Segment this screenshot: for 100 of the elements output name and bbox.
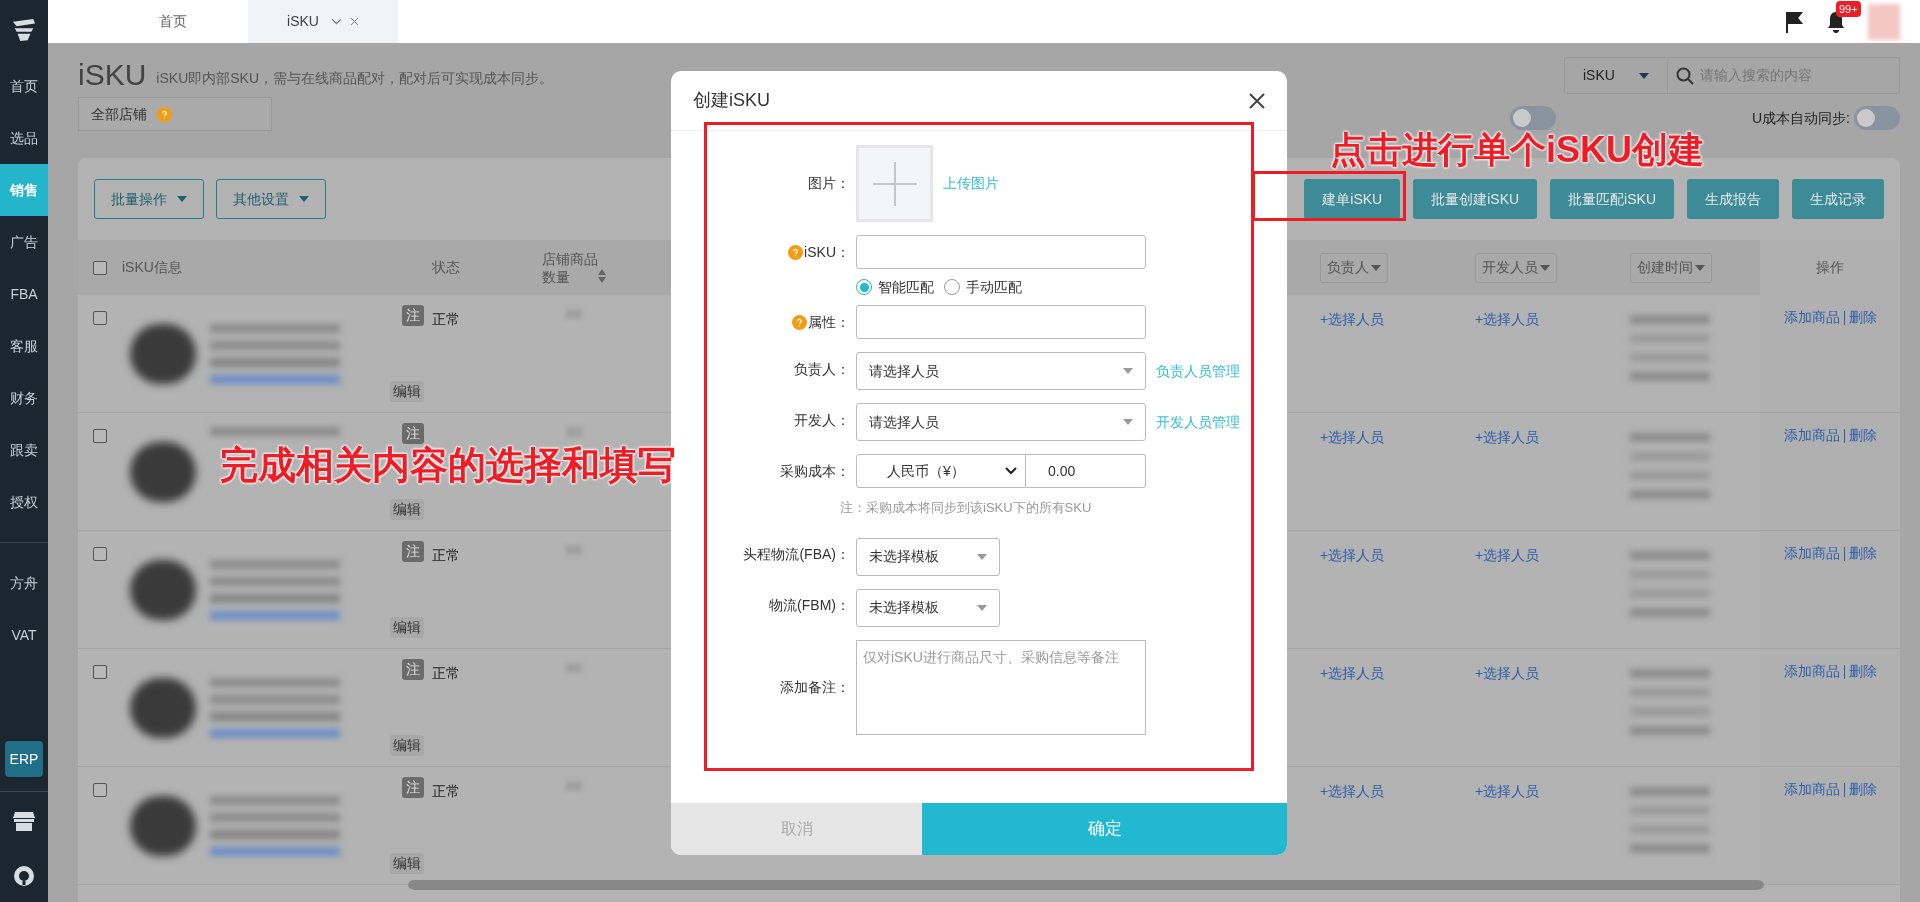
sidebar-item[interactable]: 首页 <box>0 60 48 112</box>
delete-link[interactable]: 删除 <box>1848 425 1877 446</box>
column-header: iSKU信息 <box>122 258 182 277</box>
toolbar-button[interactable]: 生成记录 <box>1792 179 1884 219</box>
select-person-link[interactable]: +选择人员 <box>1320 665 1385 681</box>
flag-icon[interactable] <box>1784 10 1804 33</box>
add-product-link[interactable]: 添加商品 <box>1783 779 1840 800</box>
status-text: 正常 <box>432 547 460 563</box>
dropdown-button[interactable]: 批量操作 <box>94 179 204 219</box>
edit-button[interactable]: 编辑 <box>390 499 424 520</box>
note-tag[interactable]: 注 <box>402 423 424 444</box>
delete-link[interactable]: 删除 <box>1848 307 1877 328</box>
select-person-link[interactable]: +选择人员 <box>1475 783 1540 799</box>
select-person-link[interactable]: +选择人员 <box>1320 429 1385 445</box>
sidebar-item[interactable]: 跟卖 <box>0 424 48 476</box>
toolbar-button[interactable]: 批量创建iSKU <box>1413 179 1538 219</box>
sidebar-item[interactable]: 授权 <box>0 476 48 528</box>
filter-dropdown[interactable]: 负责人 <box>1320 252 1388 283</box>
toggle-switch[interactable] <box>1510 106 1556 130</box>
delete-link[interactable]: 删除 <box>1848 779 1877 800</box>
filter-dropdown[interactable]: 开发人员 <box>1475 252 1557 283</box>
help-icon <box>157 106 172 122</box>
note-tag[interactable]: 注 <box>402 777 424 798</box>
upload-image-link[interactable]: 上传图片 <box>943 173 999 194</box>
search-scope-select[interactable]: iSKU <box>1564 57 1668 94</box>
toolbar-button[interactable]: 批量匹配iSKU <box>1550 179 1674 219</box>
delete-link[interactable]: 删除 <box>1848 661 1877 682</box>
field-label: 开发人： <box>794 410 850 430</box>
caret-icon <box>1123 368 1133 374</box>
sidebar-item[interactable]: FBA <box>0 268 48 320</box>
caret-icon <box>1123 419 1133 425</box>
close-icon[interactable] <box>1249 92 1265 109</box>
sort-icon[interactable] <box>598 268 606 283</box>
store-filter[interactable]: 全部店铺 <box>78 97 272 131</box>
add-product-link[interactable]: 添加商品 <box>1783 661 1840 682</box>
note-tag[interactable]: 注 <box>402 305 424 326</box>
select-person-link[interactable]: +选择人员 <box>1320 311 1385 327</box>
radio-option[interactable]: 智能匹配 <box>856 276 934 298</box>
sidebar-item[interactable]: 广告 <box>0 216 48 268</box>
add-product-link[interactable]: 添加商品 <box>1783 307 1840 328</box>
add-product-link[interactable]: 添加商品 <box>1783 425 1840 446</box>
cost-field[interactable]: 0.00 <box>1026 454 1146 488</box>
dropdown-button[interactable]: 其他设置 <box>216 179 326 219</box>
note-tag[interactable]: 注 <box>402 541 424 562</box>
checkbox[interactable] <box>93 665 107 679</box>
delete-link[interactable]: 删除 <box>1848 543 1877 564</box>
checkbox[interactable] <box>93 260 107 275</box>
select-person-link[interactable]: +选择人员 <box>1320 783 1385 799</box>
text-field[interactable] <box>856 305 1146 339</box>
tab[interactable]: iSKU <box>248 0 398 43</box>
select-field[interactable]: 未选择模板 <box>856 588 1000 627</box>
support-icon[interactable] <box>12 864 36 888</box>
select-person-link[interactable]: +选择人员 <box>1475 311 1540 327</box>
manage-link[interactable]: 负责人员管理 <box>1156 360 1240 382</box>
store-icon[interactable] <box>12 810 36 832</box>
caret-icon <box>1639 72 1649 79</box>
erp-badge[interactable]: ERP <box>5 741 43 777</box>
text-field[interactable] <box>856 235 1146 269</box>
cancel-button[interactable]: 取消 <box>671 803 922 855</box>
page-description: iSKU即内部SKU，需与在线商品配对，配对后可实现成本同步。 <box>156 69 554 88</box>
add-product-link[interactable]: 添加商品 <box>1783 543 1840 564</box>
edit-button[interactable]: 编辑 <box>390 735 424 756</box>
sidebar-item[interactable]: 客服 <box>0 320 48 372</box>
select-person-link[interactable]: +选择人员 <box>1320 547 1385 563</box>
photo-placeholder <box>130 795 196 856</box>
select-person-link[interactable]: +选择人员 <box>1475 665 1540 681</box>
chevron-down-icon[interactable] <box>330 18 342 25</box>
toolbar-button[interactable]: 建单iSKU <box>1304 179 1401 219</box>
select-person-link[interactable]: +选择人员 <box>1475 429 1540 445</box>
photo-placeholder <box>130 677 196 738</box>
select-field[interactable]: 请选择人员 <box>856 403 1146 441</box>
column-header: 状态 <box>432 258 460 277</box>
edit-button[interactable]: 编辑 <box>390 853 424 874</box>
toggle-label: U成本自动同步: <box>1752 108 1850 128</box>
select-field[interactable]: 请选择人员 <box>856 352 1146 390</box>
select-person-link[interactable]: +选择人员 <box>1475 547 1540 563</box>
checkbox[interactable] <box>93 311 107 325</box>
checkbox[interactable] <box>93 547 107 561</box>
select-field[interactable]: 未选择模板 <box>856 537 1000 576</box>
toolbar-button[interactable]: 生成报告 <box>1687 179 1779 219</box>
filter-dropdown[interactable]: 创建时间 <box>1630 252 1712 283</box>
toggle-switch[interactable] <box>1854 106 1900 130</box>
edit-button[interactable]: 编辑 <box>390 381 424 402</box>
sidebar-item[interactable]: 销售 <box>0 164 48 216</box>
note-tag[interactable]: 注 <box>402 659 424 680</box>
sidebar-item[interactable]: VAT <box>0 609 48 661</box>
horizontal-scrollbar[interactable] <box>408 880 1764 890</box>
sidebar-item[interactable]: 方舟 <box>0 557 48 609</box>
confirm-button[interactable]: 确定 <box>922 803 1287 855</box>
remark-field[interactable]: 仅对iSKU进行商品尺寸、采购信息等备注 <box>856 639 1146 735</box>
sidebar-item[interactable]: 选品 <box>0 112 48 164</box>
checkbox[interactable] <box>93 429 107 443</box>
column-header[interactable]: 店铺商品数量 <box>542 240 632 295</box>
manage-link[interactable]: 开发人员管理 <box>1156 411 1240 433</box>
radio-option[interactable]: 手动匹配 <box>944 276 1022 298</box>
column-header: 操作 <box>1816 258 1844 277</box>
currency-select[interactable]: 人民币（¥） <box>856 454 1026 488</box>
sidebar-item[interactable]: 财务 <box>0 372 48 424</box>
checkbox[interactable] <box>93 783 107 797</box>
edit-button[interactable]: 编辑 <box>390 617 424 638</box>
